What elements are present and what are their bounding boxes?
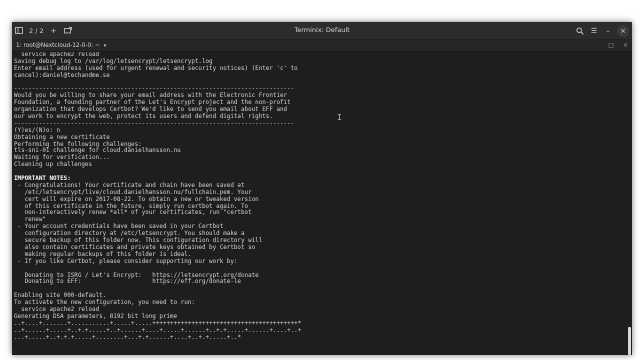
terminal-output[interactable]: service apache2 reload Saving debug log t… <box>12 52 626 355</box>
terminal-line: renew" <box>14 217 46 224</box>
terminal-line: service apache2 reload <box>14 306 100 313</box>
terminal-line: cert will expire on 2017-08-22. To obtai… <box>14 196 259 203</box>
terminal-line: making regular backups of this folder is… <box>14 251 192 258</box>
terminal-line: - If you like Certbot, please consider s… <box>14 258 238 265</box>
search-icon <box>576 26 584 35</box>
terminal-tab-bar: 1: root@Nextcloud-12-0-0: ~ ▾ □ × <box>12 40 632 52</box>
terminal-line: Performing the following challenges: <box>14 141 142 148</box>
terminal-line: Cleaning up challenges <box>14 162 93 169</box>
close-terminal-icon[interactable]: × <box>623 42 628 49</box>
chevron-down-icon[interactable]: ▾ <box>104 43 107 49</box>
terminal-line: Saving debug log to /var/log/letsencrypt… <box>14 58 213 65</box>
terminal-line: ----------------------------------------… <box>14 120 295 127</box>
hamburger-menu-icon: ☰ <box>590 26 598 35</box>
terminal-line: ...+.....+..+.+.+.....+........+...+.+..… <box>14 334 241 341</box>
terminal-line: - Your account credentials have been sav… <box>14 224 224 231</box>
menu-button[interactable]: ☰ <box>587 22 601 39</box>
terminal-line: also contain certificates and private ke… <box>14 244 256 251</box>
terminal-line: of this certificate in the future, simpl… <box>14 203 249 210</box>
title-bar: 2 / 2 + Terminix: Default ☰ – × <box>12 22 632 40</box>
terminal-line: Donating to EFF: https://eff.org/donate-… <box>14 279 241 286</box>
terminal-window: 2 / 2 + Terminix: Default ☰ – × 1: root@… <box>12 22 632 355</box>
minimize-icon: – <box>606 26 610 35</box>
terminal-scrollbar[interactable] <box>627 52 631 355</box>
search-button[interactable] <box>573 22 587 39</box>
terminal-line: (Y)es/(N)o: n <box>14 127 61 134</box>
scrollbar-thumb[interactable] <box>628 327 631 355</box>
mouse-ibeam-cursor-icon: I <box>337 113 342 122</box>
window-title: Terminix: Default <box>294 26 350 34</box>
terminal-line: ..+....+.......+...........+.....+.....+… <box>14 320 302 327</box>
terminal-line: Would you be willing to share your email… <box>14 93 288 100</box>
close-button[interactable]: × <box>617 24 629 37</box>
terminal-line: ..+......+.....+..+.+.....+..+......+...… <box>14 327 302 334</box>
terminal-tab-label: 1: root@Nextcloud-12-0-0: ~ <box>16 42 100 49</box>
terminal-line: IMPORTANT NOTES: <box>14 176 71 183</box>
terminal-line: Generating DSA parameters, 8192 bit long… <box>14 313 178 320</box>
terminal-line: - Congratulations! Your certificate and … <box>14 182 245 189</box>
title-bar-right-controls: ☰ – × <box>573 22 632 39</box>
terminal-line: ----------------------------------------… <box>14 86 295 93</box>
minimize-button[interactable]: – <box>601 22 615 39</box>
terminal-line: configuration directory at /etc/letsencr… <box>14 231 245 238</box>
terminal-tab-title[interactable]: 1: root@Nextcloud-12-0-0: ~ ▾ <box>16 40 106 51</box>
terminal-line: Enabling site 000-default. <box>14 293 107 300</box>
terminal-line: Waiting for verification... <box>14 155 110 162</box>
terminal-line: secure backup of this folder now. This c… <box>14 238 263 245</box>
maximize-terminal-icon[interactable]: □ <box>608 42 614 49</box>
terminal-line: service apache2 reload <box>14 52 100 58</box>
terminal-line: non-interactively renew *all* of your ce… <box>14 210 252 217</box>
terminal-line: our work to encrypt the web, protect its… <box>14 114 273 121</box>
terminal-line: Donating to ISRG / Let's Encrypt: https:… <box>14 272 259 279</box>
terminal-tab-controls: □ × <box>608 40 628 51</box>
terminal-line: cancel):daniel@techandme.se <box>14 72 110 79</box>
close-icon: × <box>620 26 626 35</box>
terminal-line: Enter email address (used for urgent ren… <box>14 65 298 72</box>
terminal-line: Foundation, a founding partner of the Le… <box>14 100 291 107</box>
terminal-line: /etc/letsencrypt/live/cloud.danielhansso… <box>14 189 252 196</box>
terminal-line: organization that develops Certbot? We'd… <box>14 107 288 114</box>
terminal-line: Obtaining a new certificate <box>14 134 110 141</box>
terminal-line: tls-sni-01 challenge for cloud.danielhan… <box>14 148 181 155</box>
terminal-line: To activate the new configuration, you n… <box>14 300 195 307</box>
